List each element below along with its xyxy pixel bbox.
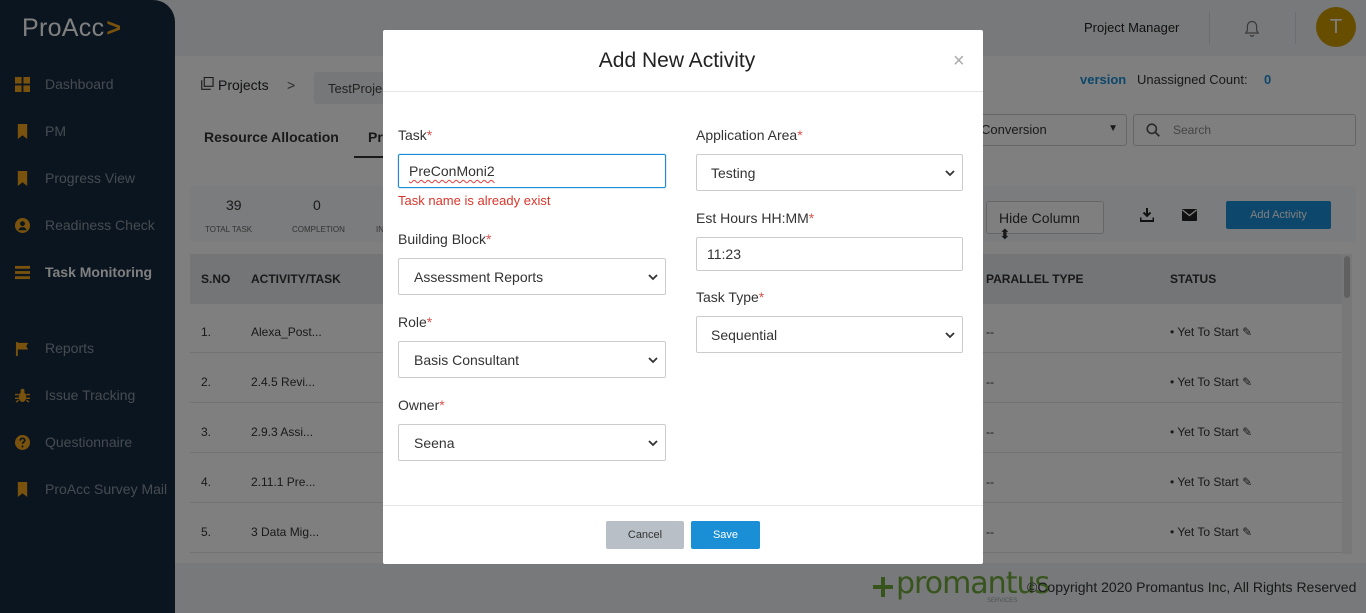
chevron-down-icon [648,440,658,447]
role-label: Role* [398,314,433,330]
modal-title: Add New Activity [598,49,756,72]
chevron-down-icon [648,274,658,281]
add-activity-modal: Add New Activity × Task* PreConMoni2 Tas… [383,30,983,564]
chevron-down-icon [648,357,658,364]
role-select[interactable]: Basis Consultant [398,341,666,378]
close-icon[interactable]: × [953,50,965,73]
application-area-select[interactable]: Testing [696,154,963,191]
est-hours-label: Est Hours HH:MM* [696,210,815,226]
chevron-down-icon [945,332,955,339]
building-block-select[interactable]: Assessment Reports [398,258,666,295]
est-hours-input[interactable]: 11:23 [696,237,963,271]
modal-divider [383,505,983,506]
owner-select[interactable]: Seena [398,424,666,461]
task-input[interactable]: PreConMoni2 [398,154,666,188]
owner-label: Owner* [398,397,445,413]
modal-divider [383,91,983,92]
save-button[interactable]: Save [691,521,760,549]
task-label: Task* [398,127,433,143]
cancel-button[interactable]: Cancel [606,521,684,549]
task-type-label: Task Type* [696,289,765,305]
application-area-label: Application Area* [696,127,803,143]
task-type-select[interactable]: Sequential [696,316,963,353]
chevron-down-icon [945,170,955,177]
task-error-message: Task name is already exist [398,193,551,208]
building-block-label: Building Block* [398,231,492,247]
